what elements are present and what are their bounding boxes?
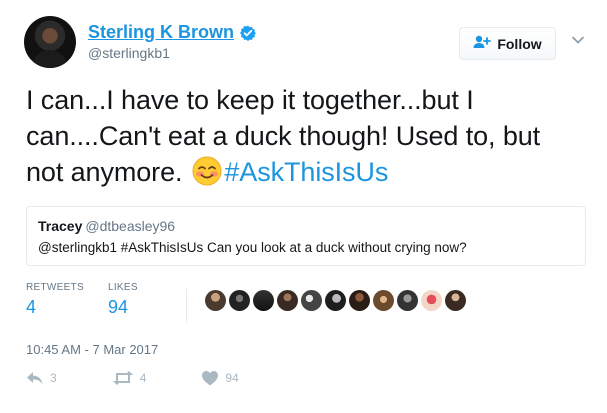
like-button[interactable]: 94 (201, 370, 239, 386)
retweets-value: 4 (26, 297, 37, 317)
retweet-button[interactable]: 4 (112, 370, 147, 386)
retweet-count: 4 (139, 371, 147, 385)
retweets-label: RETWEETS (26, 282, 84, 293)
liker-avatar[interactable] (373, 290, 394, 311)
quoted-tweet-text: @sterlingkb1 #AskThisIsUs Can you look a… (38, 240, 467, 255)
quoted-author-handle: @dtbeasley96 (85, 218, 176, 234)
liker-avatar[interactable] (421, 290, 442, 311)
add-user-icon (473, 35, 492, 52)
likes-label: LIKES (107, 282, 138, 293)
tweet-stats: RETWEETS 4 LIKES 94 (26, 282, 138, 318)
verified-icon (240, 25, 257, 41)
liker-avatar[interactable] (205, 290, 226, 311)
liker-avatar[interactable] (349, 290, 370, 311)
liker-avatar[interactable] (397, 290, 418, 311)
reply-count: 3 (50, 371, 57, 385)
reply-button[interactable]: 3 (26, 370, 57, 386)
tweet-timestamp[interactable]: 10:45 AM - 7 Mar 2017 (26, 342, 158, 357)
tweet-hashtag-link[interactable]: #AskThisIsUs (224, 157, 388, 187)
quoted-tweet-header: Tracey @dtbeasley96 (38, 218, 574, 236)
follow-button-label: Follow (497, 35, 542, 52)
liker-avatar[interactable] (253, 290, 274, 311)
liker-avatars (205, 290, 466, 311)
quoted-tweet[interactable]: Tracey @dtbeasley96 @sterlingkb1 #AskThis… (26, 206, 586, 266)
liker-avatar[interactable] (229, 290, 250, 311)
author-name-row: Sterling K Brown (88, 22, 257, 43)
author-name[interactable]: Sterling K Brown (88, 22, 234, 43)
quoted-author-name: Tracey (38, 218, 83, 234)
like-count: 94 (225, 371, 239, 385)
liker-avatar[interactable] (277, 290, 298, 311)
author-handle[interactable]: @sterlingkb1 (88, 45, 170, 61)
likes-value: 94 (107, 297, 128, 317)
stats-divider (186, 289, 187, 323)
tweet-text: I can...I have to keep it together...but… (26, 82, 582, 190)
smiling-face-emoji-icon (192, 156, 222, 186)
liker-avatar[interactable] (445, 290, 466, 311)
retweet-icon (112, 370, 134, 386)
likes-stat[interactable]: LIKES 94 (108, 282, 138, 318)
retweets-stat[interactable]: RETWEETS 4 (26, 282, 84, 318)
liker-avatar[interactable] (301, 290, 322, 311)
liker-avatar[interactable] (325, 290, 346, 311)
heart-icon (201, 370, 219, 386)
tweet-card: Sterling K Brown @sterlingkb1 Follow I c… (0, 0, 607, 413)
chevron-down-icon[interactable] (571, 33, 585, 47)
follow-button[interactable]: Follow (459, 27, 556, 60)
tweet-actions: 3 4 94 (26, 370, 239, 386)
reply-icon (26, 370, 44, 386)
author-avatar[interactable] (24, 16, 76, 68)
